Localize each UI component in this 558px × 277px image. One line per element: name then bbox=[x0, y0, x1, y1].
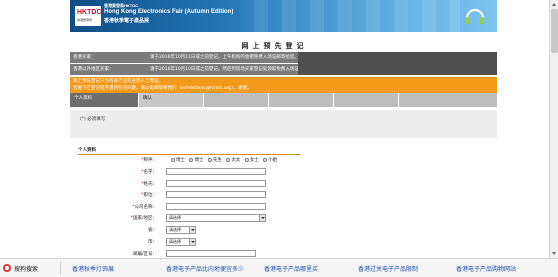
notice-dark-panel bbox=[298, 52, 497, 75]
city-row: 市： bbox=[78, 239, 157, 247]
suggestion-link[interactable]: 香港秋季灯饰展 bbox=[72, 264, 114, 273]
notice-hk-buyers-label: 香港买家： bbox=[73, 55, 96, 60]
logo-text: HKTDC bbox=[77, 9, 102, 16]
city-label: 市： bbox=[148, 240, 157, 245]
logo-subtext: 香港貿發局 bbox=[77, 18, 93, 22]
step-label: 确认 bbox=[143, 96, 152, 101]
country-label: *国家/地区： bbox=[130, 216, 157, 221]
country-row: *国家/地区： bbox=[78, 215, 157, 223]
notice-overseas-buyers-text: 请于2016年10月10日或之前登记，然后到现场买家登记处领取免费入场证。 bbox=[150, 67, 304, 72]
page-title: 网上预先登记 bbox=[241, 42, 308, 50]
country-select[interactable]: 请选择 bbox=[166, 214, 266, 222]
salutation-option[interactable]: 女士 bbox=[244, 157, 259, 163]
notice-overseas-buyers: 香港以外地区买家： 请于2016年10月10日或之前登记，然后到现场买家登记处领… bbox=[70, 64, 303, 75]
notice-hk-buyers: 香港买家： 请于2016年10月11日或之前登记，上午机构的会把免费入场证邮寄给… bbox=[70, 52, 299, 63]
company-row: *公司名称： bbox=[78, 204, 157, 212]
salutation-label: *称呼： bbox=[141, 158, 157, 163]
chevron-down-icon bbox=[189, 239, 195, 245]
suggestion-link[interactable]: 香港电子产品哪里买 bbox=[264, 264, 318, 273]
hktdc-logo: HKTDC 香港貿發局 bbox=[75, 6, 102, 26]
salutation-option[interactable]: 太太 bbox=[226, 157, 240, 163]
headphones-icon bbox=[466, 9, 484, 24]
banner-decoration bbox=[240, 0, 460, 32]
section-divider bbox=[78, 154, 300, 155]
first-name-input[interactable] bbox=[166, 168, 266, 175]
company-input[interactable] bbox=[166, 203, 266, 210]
banner-subtitle: 香港秋季電子產品展 bbox=[104, 18, 150, 24]
surname-row: *姓氏： bbox=[78, 181, 157, 189]
notice-overseas-buyers-label: 香港以外地区买家： bbox=[73, 67, 114, 72]
salutation-option[interactable]: 先生 bbox=[207, 157, 222, 163]
salutation-option[interactable]: 博士 bbox=[171, 157, 185, 163]
postcode-input[interactable] bbox=[166, 250, 256, 257]
first-name-row: *名字： bbox=[78, 169, 157, 177]
scroll-thumb[interactable] bbox=[551, 9, 558, 53]
notice-orange: 网上预先登记只为有关行业的业界人士而设。 若阁下在登记程序遇到任何问题，请以电邮… bbox=[70, 77, 497, 93]
required-note-box: (*) 必须填写 bbox=[70, 110, 497, 138]
country-select-value: 请选择 bbox=[169, 215, 181, 220]
position-row: *职位： bbox=[78, 192, 157, 200]
scroll-up-arrow-icon[interactable] bbox=[551, 0, 558, 8]
sougou-logo-icon bbox=[3, 264, 11, 272]
company-label: *公司名称： bbox=[132, 205, 157, 210]
postcode-row: 邮编/区号： bbox=[78, 251, 157, 258]
chevron-down-icon bbox=[189, 227, 195, 233]
notice-orange-line1: 网上预先登记只为有关行业的业界人士而设。 bbox=[73, 79, 163, 84]
province-select[interactable]: 请选择 bbox=[166, 226, 196, 234]
notice-orange-line2: 若阁下在登记程序遇到任何问题，请以电邮联络我们（exhibitions@hktd… bbox=[73, 86, 252, 91]
search-suggestion-bar: 搜狗搜索 香港秋季灯饰展 香港电子产品比内地便宜多少 香港电子产品哪里买 香港过… bbox=[0, 258, 558, 277]
section-title: 个人资料 bbox=[78, 148, 96, 153]
salutation-option[interactable]: 博士 bbox=[189, 157, 203, 163]
postcode-label: 邮编/区号： bbox=[132, 252, 157, 257]
step-label: 个人资料 bbox=[74, 96, 92, 101]
web-page: HKTDC 香港貿發局 香港貿發局 HKTDC Hong Kong Electro… bbox=[0, 0, 549, 258]
position-label: *职位： bbox=[141, 193, 157, 198]
required-note: (*) 必须填写 bbox=[80, 117, 106, 122]
sougou-brand[interactable]: 搜狗搜索 bbox=[14, 264, 38, 273]
vertical-scrollbar[interactable] bbox=[549, 0, 558, 258]
salutation-option[interactable]: 小姐 bbox=[263, 157, 277, 163]
first-name-label: *名字： bbox=[141, 170, 157, 175]
surname-input[interactable] bbox=[166, 180, 266, 187]
city-select[interactable]: 请选择 bbox=[166, 238, 196, 246]
salutation-row: *称呼： bbox=[78, 157, 157, 165]
banner-title: Hong Kong Electronics Fair (Autumn Editi… bbox=[104, 9, 234, 15]
suggestion-link[interactable]: 香港电子产品购物网站 bbox=[456, 264, 516, 273]
scroll-down-arrow-icon[interactable] bbox=[551, 250, 558, 258]
surname-label: *姓氏： bbox=[141, 182, 157, 187]
city-select-value: 请选择 bbox=[169, 239, 181, 244]
chevron-down-icon bbox=[259, 215, 265, 221]
divider bbox=[60, 262, 61, 275]
suggestion-link[interactable]: 香港电子产品比内地便宜多少 bbox=[166, 264, 244, 273]
event-banner: HKTDC 香港貿發局 香港貿發局 HKTDC Hong Kong Electro… bbox=[70, 0, 497, 32]
notice-hk-buyers-text: 请于2016年10月11日或之前登记，上午机构的会把免费入场证邮寄给您。 bbox=[150, 55, 299, 60]
salutation-radio-group: 博士 博士 先生 太太 女士 小姐 bbox=[171, 157, 280, 165]
province-label: 省： bbox=[148, 228, 157, 233]
province-select-value: 请选择 bbox=[169, 227, 181, 232]
province-row: 省： bbox=[78, 227, 157, 235]
suggestion-link[interactable]: 香港过关电子产品限制 bbox=[358, 264, 418, 273]
position-input[interactable] bbox=[166, 191, 266, 198]
